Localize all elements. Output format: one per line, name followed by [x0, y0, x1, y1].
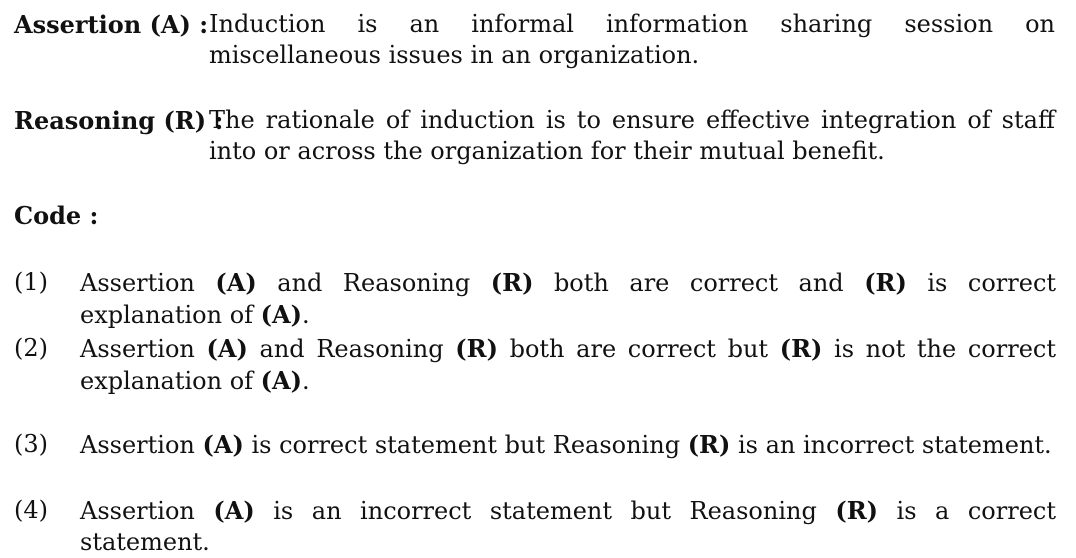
option-text-part: and Reasoning — [247, 335, 456, 363]
option-text-part: is an incorrect statement. — [730, 431, 1052, 459]
option-assertion-ref: (A) — [213, 496, 255, 525]
code-heading: Code : — [14, 201, 99, 230]
reasoning-text: The rationale of induction is to ensure … — [209, 106, 1055, 165]
option-assertion-ref: (A) — [202, 430, 244, 459]
reasoning-label: Reasoning (R) : — [14, 106, 224, 135]
option-text-part: . — [302, 301, 310, 329]
option-text: Assertion (A) and Reasoning (R) both are… — [80, 267, 1056, 331]
option-reasoning-ref: (R) — [687, 430, 731, 459]
option-reasoning-ref: (R) — [490, 268, 534, 297]
option-number: (1) — [14, 268, 48, 296]
assertion-label: Assertion (A) : — [14, 10, 209, 39]
option-text-part: . — [302, 367, 310, 395]
option-text-part: and Reasoning — [256, 269, 491, 297]
option-text-part: is correct statement but Reasoning — [243, 431, 688, 459]
question-page: Assertion (A) : Induction is an informal… — [0, 0, 1076, 556]
option-reasoning-ref: (R) — [835, 496, 878, 525]
option-text: Assertion (A) and Reasoning (R) both are… — [80, 333, 1056, 397]
option-reasoning-ref: (R) — [864, 268, 907, 297]
option-text-part: Assertion — [80, 431, 203, 459]
option-text-part: Assertion — [80, 497, 214, 525]
option-assertion-ref: (A) — [260, 300, 303, 329]
assertion-text: Induction is an informal information sha… — [209, 10, 1055, 69]
option-text-part: both are correct but — [497, 335, 780, 363]
option-assertion-ref: (A) — [260, 366, 303, 395]
option-text-part: is an incorrect statement but Reasoning — [254, 497, 836, 525]
option-text-part: Assertion — [80, 335, 207, 363]
option-assertion-ref: (A) — [206, 334, 248, 363]
option-text: Assertion (A) is correct statement but R… — [80, 429, 1056, 461]
option-number: (3) — [14, 430, 48, 458]
option-text-part: both are correct and — [533, 269, 865, 297]
option-reasoning-ref: (R) — [455, 334, 498, 363]
option-number: (4) — [14, 496, 48, 524]
option-reasoning-ref: (R) — [779, 334, 823, 363]
option-assertion-ref: (A) — [215, 268, 257, 297]
option-text: Assertion (A) is an incorrect statement … — [80, 495, 1056, 558]
option-number: (2) — [14, 334, 48, 362]
option-text-part: Assertion — [80, 269, 216, 297]
